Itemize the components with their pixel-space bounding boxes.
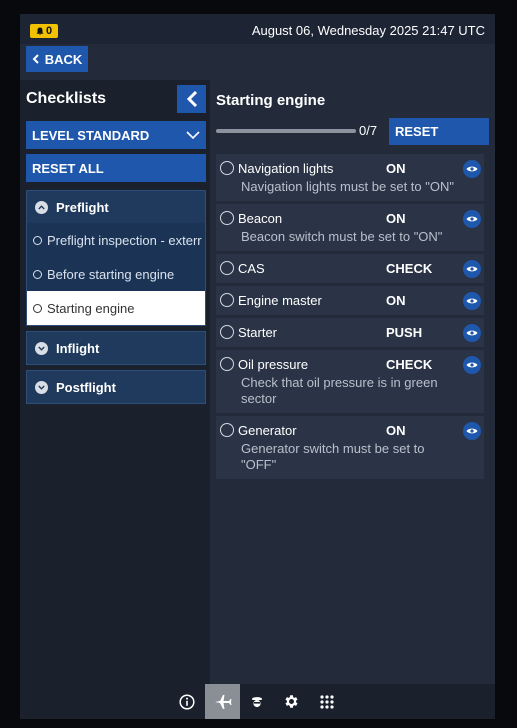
item-value: ON <box>386 160 406 176</box>
item-name: Generator <box>238 422 297 438</box>
item-description: Navigation lights must be set to "ON" <box>241 179 454 194</box>
circle-icon <box>33 269 42 279</box>
level-dropdown[interactable]: LEVEL STANDARD <box>26 121 206 149</box>
back-label: BACK <box>44 51 83 67</box>
checklist-item-label: Before starting engine <box>47 266 175 282</box>
checklist-row-oil-pressure: Oil pressure CHECK Check that oil pressu… <box>216 350 484 413</box>
chevron-left-icon <box>186 91 197 107</box>
reset-all-label: RESET ALL <box>32 160 104 176</box>
bell-icon <box>36 27 44 35</box>
checklist-item-label: Starting engine <box>47 300 135 316</box>
checklist-item-before-starting-engine[interactable]: Before starting engine <box>27 257 205 291</box>
section-header-preflight[interactable]: Preflight <box>27 191 205 223</box>
section-header-inflight[interactable]: Inflight <box>27 332 205 364</box>
checklist-item-label: Preflight inspection - exterr <box>47 232 202 248</box>
progress-bar <box>216 129 356 133</box>
eye-icon[interactable] <box>463 356 481 374</box>
chevron-down-icon <box>186 131 200 139</box>
checklist-title: Starting engine <box>216 92 326 109</box>
collapse-sidebar-button[interactable] <box>177 85 206 113</box>
check-radio[interactable] <box>220 293 234 307</box>
item-value: CHECK <box>386 260 433 276</box>
check-radio[interactable] <box>220 325 234 339</box>
check-radio[interactable] <box>220 161 234 175</box>
item-description: Beacon switch must be set to "ON" <box>241 229 443 244</box>
apps-button[interactable] <box>309 684 344 719</box>
item-name: Starter <box>238 324 278 340</box>
check-radio[interactable] <box>220 423 234 437</box>
datetime-label: August 06, Wednesday 2025 21:47 UTC <box>251 23 485 38</box>
eye-icon[interactable] <box>463 160 481 178</box>
eye-icon[interactable] <box>463 292 481 310</box>
efb-screen: 0 August 06, Wednesday 2025 21:47 UTC BA… <box>20 14 495 719</box>
item-name: Oil pressure <box>238 356 309 372</box>
back-button[interactable]: BACK <box>26 46 88 72</box>
section-label: Postflight <box>56 379 116 395</box>
checklist-item-starting-engine[interactable]: Starting engine <box>27 291 205 325</box>
section-header-postflight[interactable]: Postflight <box>27 371 205 403</box>
item-name: Beacon <box>238 210 283 226</box>
reset-button[interactable]: RESET <box>389 118 489 145</box>
check-radio[interactable] <box>220 211 234 225</box>
progress-text: 0/7 <box>359 123 378 138</box>
eye-icon[interactable] <box>463 210 481 228</box>
pilot-button[interactable] <box>239 684 274 719</box>
notification-badge[interactable]: 0 <box>30 24 58 38</box>
checklist-row-cas: CAS CHECK <box>216 254 484 283</box>
grid-icon <box>319 694 334 709</box>
section-inflight: Inflight <box>26 331 206 365</box>
chevron-left-icon <box>32 54 39 64</box>
reset-all-button[interactable]: RESET ALL <box>26 154 206 182</box>
sidebar-title: Checklists <box>26 90 107 107</box>
checklist-row-engine-master: Engine master ON <box>216 286 484 315</box>
notification-count: 0 <box>45 25 53 37</box>
section-label: Preflight <box>56 199 109 215</box>
checklist-row-beacon: Beacon ON Beacon switch must be set to "… <box>216 204 484 251</box>
item-name: Engine master <box>238 292 322 308</box>
item-description: Check that oil pressure is in green sect… <box>241 375 438 406</box>
gear-icon <box>285 695 298 708</box>
checklist-item-preflight-inspection[interactable]: Preflight inspection - exterr <box>27 223 205 257</box>
chevron-up-icon <box>35 200 48 214</box>
tablet-frame: 0 August 06, Wednesday 2025 21:47 UTC BA… <box>0 0 517 728</box>
info-button[interactable] <box>169 684 204 719</box>
settings-button[interactable] <box>274 684 309 719</box>
checklist-row-navigation-lights: Navigation lights ON Navigation lights m… <box>216 154 484 201</box>
circle-icon <box>33 235 42 245</box>
circle-icon <box>33 303 42 313</box>
item-value: PUSH <box>386 324 423 340</box>
section-preflight: Preflight Preflight inspection - exterr … <box>26 190 206 326</box>
chevron-down-icon <box>35 341 48 355</box>
checklist-row-starter: Starter PUSH <box>216 318 484 347</box>
airplane-icon <box>214 694 231 709</box>
item-value: ON <box>386 422 406 438</box>
item-value: ON <box>386 210 406 226</box>
section-label: Inflight <box>56 340 100 356</box>
item-description: Generator switch must be set to "OFF" <box>241 441 425 472</box>
bottom-nav <box>20 684 495 719</box>
status-bar: 0 August 06, Wednesday 2025 21:47 UTC <box>20 14 495 44</box>
check-radio[interactable] <box>220 357 234 371</box>
item-name: Navigation lights <box>238 160 334 176</box>
checklist-items: Navigation lights ON Navigation lights m… <box>216 154 484 482</box>
reset-label: RESET <box>395 124 439 139</box>
checklist-row-generator: Generator ON Generator switch must be se… <box>216 416 484 479</box>
pilot-icon <box>251 696 262 707</box>
eye-icon[interactable] <box>463 422 481 440</box>
item-value: ON <box>386 292 406 308</box>
flight-button[interactable] <box>205 684 240 719</box>
checklist-sidebar: Checklists LEVEL STANDARD RESET ALL Pref… <box>20 80 210 684</box>
item-value: CHECK <box>386 356 433 372</box>
info-icon <box>178 693 195 710</box>
eye-icon[interactable] <box>463 324 481 342</box>
check-radio[interactable] <box>220 261 234 275</box>
eye-icon[interactable] <box>463 260 481 278</box>
section-postflight: Postflight <box>26 370 206 404</box>
chevron-down-icon <box>35 380 48 394</box>
item-name: CAS <box>238 260 265 276</box>
level-label: LEVEL STANDARD <box>32 127 150 143</box>
